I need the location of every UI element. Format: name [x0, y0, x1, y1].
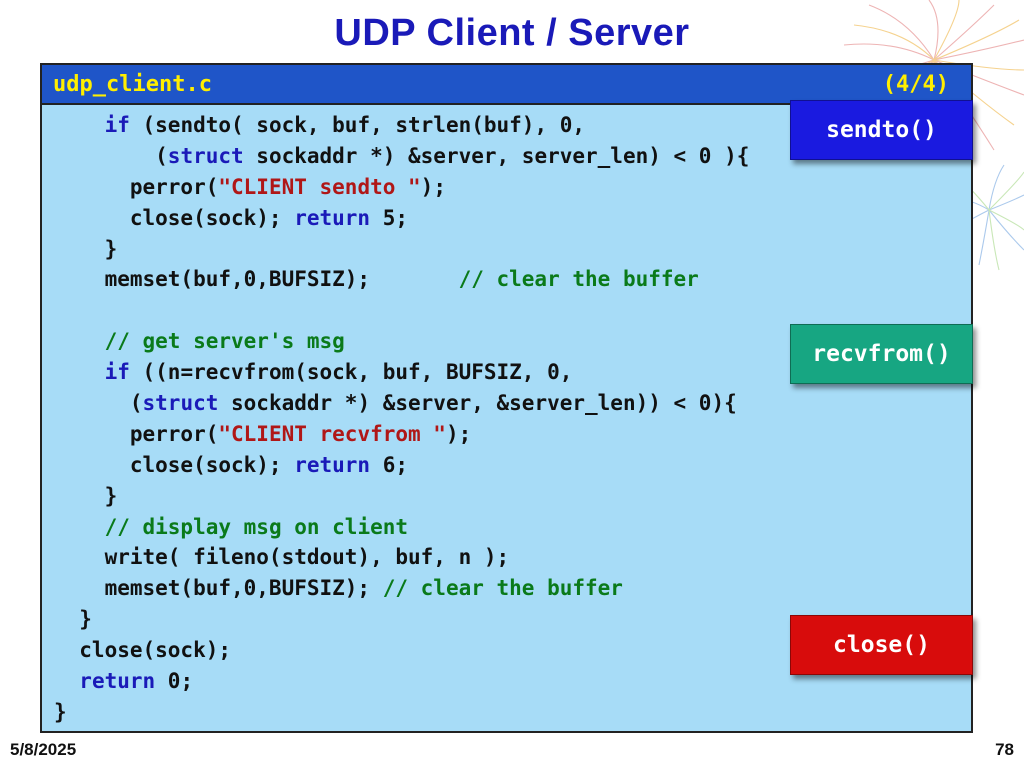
code-keyword: struct: [142, 391, 219, 416]
code-text: }: [54, 699, 67, 724]
code-header: udp_client.c (4/4): [42, 65, 971, 105]
code-line: // display msg on client: [42, 512, 749, 543]
code-keyword: return: [294, 452, 371, 477]
code-line: }: [42, 697, 749, 728]
code-text: (: [54, 391, 143, 416]
slide-title: UDP Client / Server: [334, 12, 690, 54]
code-line: close(sock);: [42, 635, 749, 666]
code-line: close(sock); return 5;: [42, 203, 749, 234]
code-line: if ((n=recvfrom(sock, buf, BUFSIZ, 0,: [42, 357, 749, 388]
code-line: memset(buf,0,BUFSIZ); // clear the buffe…: [42, 573, 749, 604]
code-line: return 0;: [42, 666, 749, 697]
sendto-callout: sendto(): [790, 100, 973, 160]
code-text: close(sock);: [54, 452, 295, 477]
code-filename: udp_client.c: [53, 71, 212, 97]
code-line: perror("CLIENT recvfrom ");: [42, 419, 749, 450]
code-listing: if (sendto( sock, buf, strlen(buf), 0, (…: [42, 110, 749, 728]
code-string: "CLIENT recvfrom ": [218, 421, 446, 446]
code-text: 5;: [370, 205, 409, 230]
code-text: }: [54, 236, 118, 261]
code-text: perror(: [54, 174, 219, 199]
code-text: );: [445, 421, 472, 446]
page-number: 78: [995, 740, 1014, 759]
footer-date: 5/8/2025: [10, 740, 77, 759]
code-line: // get server's msg: [42, 326, 749, 357]
code-keyword: struct: [167, 143, 244, 168]
code-text: memset(buf,0,BUFSIZ);: [54, 576, 383, 601]
code-text: ((n=recvfrom(sock, buf, BUFSIZ, 0,: [129, 360, 573, 385]
recvfrom-callout: recvfrom(): [790, 324, 973, 384]
code-text: (sendto( sock, buf, strlen(buf), 0,: [129, 113, 586, 137]
code-text: }: [54, 607, 92, 632]
code-text: sockaddr *) &server, &server_len)) < 0){: [218, 391, 737, 416]
code-text: perror(: [54, 421, 219, 446]
code-text: );: [420, 174, 446, 199]
code-comment: // display msg on client: [104, 514, 409, 539]
code-line: }: [42, 604, 749, 635]
code-text: sockaddr *) &server, server_len) < 0 ){: [243, 143, 750, 168]
code-string: "CLIENT sendto ": [218, 174, 421, 199]
code-comment: // clear the buffer: [458, 267, 699, 292]
code-line: (struct sockaddr *) &server, server_len)…: [42, 141, 749, 172]
code-line: close(sock); return 6;: [42, 450, 749, 481]
code-text: (: [54, 143, 168, 168]
code-text: memset(buf,0,BUFSIZ);: [54, 267, 459, 292]
code-text: write( fileno(stdout), buf, n );: [54, 545, 510, 570]
code-line: (struct sockaddr *) &server, &server_len…: [42, 388, 749, 419]
code-comment: // get server's msg: [104, 329, 345, 354]
code-text: 0;: [155, 669, 194, 694]
code-line: write( fileno(stdout), buf, n );: [42, 542, 749, 573]
code-text: close(sock);: [54, 205, 295, 230]
close-callout: close(): [790, 615, 973, 675]
code-line: }: [42, 481, 749, 512]
code-keyword: if: [104, 360, 130, 385]
code-keyword: return: [294, 205, 371, 230]
code-line: memset(buf,0,BUFSIZ); // clear the buffe…: [42, 264, 749, 295]
code-text: }: [54, 483, 118, 508]
code-part-indicator: (4/4): [882, 71, 949, 97]
code-keyword: if: [104, 113, 130, 137]
code-comment: // clear the buffer: [382, 576, 623, 601]
code-keyword: return: [79, 669, 156, 694]
code-line: perror("CLIENT sendto ");: [42, 172, 749, 203]
code-text: close(sock);: [54, 638, 232, 663]
code-line: if (sendto( sock, buf, strlen(buf), 0,: [42, 110, 749, 141]
code-line: }: [42, 234, 749, 265]
code-text: 6;: [370, 452, 409, 477]
